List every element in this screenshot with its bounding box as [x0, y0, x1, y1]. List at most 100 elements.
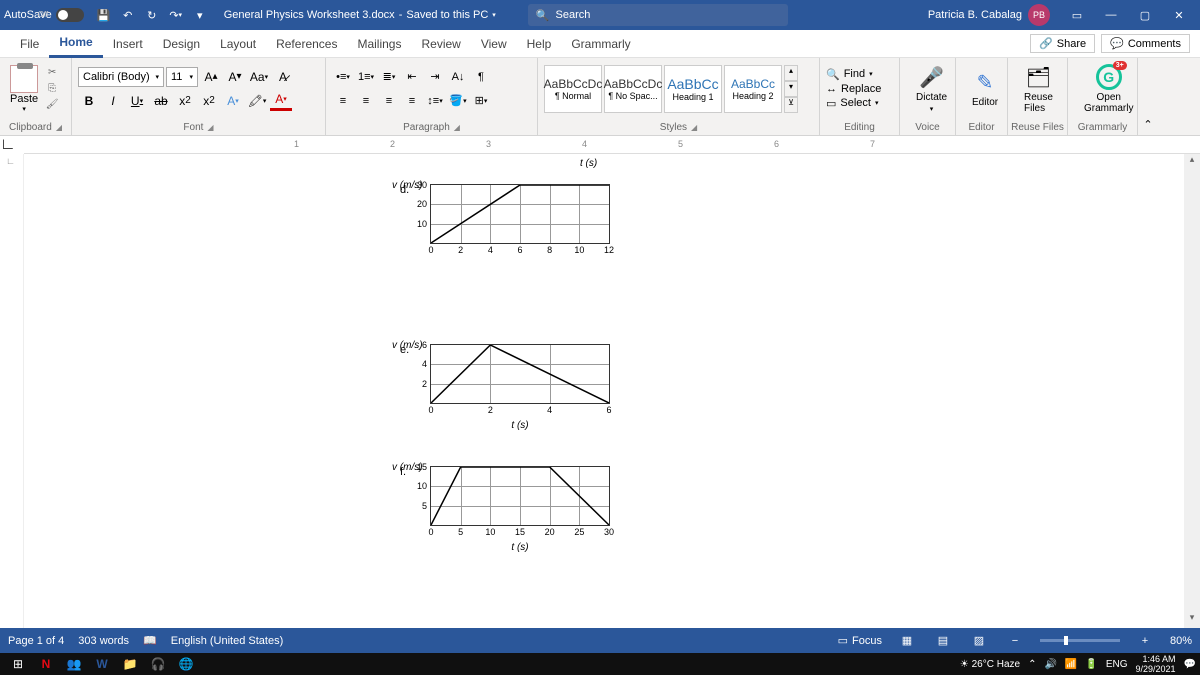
web-layout-icon[interactable]: ▨ [968, 632, 990, 650]
zoom-slider[interactable] [1040, 639, 1120, 642]
font-launcher-icon[interactable]: ◢ [207, 123, 213, 132]
notifications-icon[interactable]: 💬 [1184, 659, 1196, 670]
show-marks-icon[interactable]: ¶ [470, 67, 492, 87]
close-icon[interactable]: ✕ [1162, 0, 1196, 30]
align-center-icon[interactable]: ≡ [355, 91, 377, 111]
strikethrough-button[interactable]: ab [150, 91, 172, 111]
spell-check-icon[interactable]: 📖 [143, 634, 157, 647]
vertical-ruler[interactable]: ∟ [0, 154, 24, 628]
styles-launcher-icon[interactable]: ◢ [691, 123, 697, 132]
editor-button[interactable]: ✎Editor [962, 65, 1008, 112]
tab-selector-icon[interactable]: ∟ [0, 136, 16, 153]
ribbon-display-icon[interactable]: ▭ [1060, 0, 1094, 30]
shading-icon[interactable]: 🪣▾ [447, 91, 469, 111]
volume-icon[interactable]: 🔊 [1044, 659, 1056, 670]
zoom-out-icon[interactable]: − [1004, 632, 1026, 650]
save-icon[interactable]: 💾 [92, 3, 116, 27]
focus-mode-button[interactable]: ▭ Focus [838, 634, 882, 647]
italic-button[interactable]: I [102, 91, 124, 111]
tab-home[interactable]: Home [49, 30, 102, 58]
styles-more-icon[interactable]: ⊻ [784, 97, 798, 113]
scroll-down-icon[interactable]: ▾ [1184, 612, 1200, 628]
language-indicator[interactable]: ENG [1106, 659, 1128, 670]
search-box[interactable]: 🔍 Search [528, 4, 788, 26]
align-left-icon[interactable]: ≡ [332, 91, 354, 111]
subscript-button[interactable]: x2 [174, 91, 196, 111]
tab-help[interactable]: Help [517, 30, 562, 58]
minimize-icon[interactable]: — [1094, 0, 1128, 30]
line-spacing-icon[interactable]: ↕≡▾ [424, 91, 446, 111]
redo-icon[interactable]: ↷▾ [164, 3, 188, 27]
word-icon[interactable]: W [88, 653, 116, 675]
paragraph-launcher-icon[interactable]: ◢ [454, 123, 460, 132]
vertical-scrollbar[interactable]: ▴ ▾ [1184, 154, 1200, 628]
word-count[interactable]: 303 words [78, 635, 129, 647]
style-heading2[interactable]: AaBbCcHeading 2 [724, 65, 782, 113]
undo-icon[interactable]: ↶ [116, 3, 140, 27]
explorer-icon[interactable]: 📁 [116, 653, 144, 675]
borders-icon[interactable]: ⊞▾ [470, 91, 492, 111]
weather-widget[interactable]: ☀ 26°C Haze [960, 659, 1020, 670]
share-button[interactable]: 🔗 Share [1030, 34, 1095, 53]
tray-chevron-icon[interactable]: ⌃ [1028, 659, 1036, 670]
style-normal[interactable]: AaBbCcDc¶ Normal [544, 65, 602, 113]
find-button[interactable]: 🔍Find▾ [826, 68, 881, 81]
replace-button[interactable]: ↔Replace [826, 83, 881, 95]
toggle-switch[interactable]: Off [56, 8, 84, 22]
collapse-ribbon-icon[interactable]: ⌃ [1138, 58, 1158, 135]
dictate-button[interactable]: 🎤Dictate▾ [906, 60, 957, 117]
select-button[interactable]: ▭Select▾ [826, 97, 881, 110]
font-size-combo[interactable]: 11▾ [166, 67, 198, 87]
start-icon[interactable]: ⊞ [4, 653, 32, 675]
grow-font-icon[interactable]: A▴ [200, 67, 222, 87]
tab-layout[interactable]: Layout [210, 30, 266, 58]
netflix-icon[interactable]: N [32, 653, 60, 675]
horizontal-ruler[interactable]: ∟ 1234567 [0, 136, 1200, 154]
bullets-icon[interactable]: •≡▾ [332, 67, 354, 87]
copy-icon[interactable]: ⎘ [44, 82, 60, 96]
style-heading1[interactable]: AaBbCcHeading 1 [664, 65, 722, 113]
qat-customize-icon[interactable]: ▾ [188, 3, 212, 27]
underline-button[interactable]: U▾ [126, 91, 148, 111]
sort-icon[interactable]: A↓ [447, 67, 469, 87]
style-no-spacing[interactable]: AaBbCcDc¶ No Spac... [604, 65, 662, 113]
tab-review[interactable]: Review [411, 30, 470, 58]
battery-icon[interactable]: 🔋 [1085, 659, 1097, 670]
clear-formatting-icon[interactable]: A̷ [272, 67, 294, 87]
reuse-files-button[interactable]: 🗂Reuse Files [1014, 60, 1063, 118]
styles-down-icon[interactable]: ▾ [784, 81, 798, 97]
teams-icon[interactable]: 👥 [60, 653, 88, 675]
font-color-icon[interactable]: A▾ [270, 91, 292, 111]
highlight-icon[interactable]: 🖍▾ [246, 91, 268, 111]
tab-mailings[interactable]: Mailings [347, 30, 411, 58]
zoom-level[interactable]: 80% [1170, 635, 1192, 647]
page-number[interactable]: Page 1 of 4 [8, 635, 64, 647]
shrink-font-icon[interactable]: A▾ [224, 67, 246, 87]
bold-button[interactable]: B [78, 91, 100, 111]
language-status[interactable]: English (United States) [171, 635, 284, 647]
clock[interactable]: 1:46 AM 9/29/2021 [1136, 654, 1176, 674]
align-right-icon[interactable]: ≡ [378, 91, 400, 111]
clipboard-launcher-icon[interactable]: ◢ [56, 123, 62, 132]
justify-icon[interactable]: ≡ [401, 91, 423, 111]
paste-button[interactable]: Paste ▾ [6, 63, 42, 115]
read-mode-icon[interactable]: ▦ [896, 632, 918, 650]
superscript-button[interactable]: x2 [198, 91, 220, 111]
tab-references[interactable]: References [266, 30, 347, 58]
numbering-icon[interactable]: 1≡▾ [355, 67, 377, 87]
multilevel-icon[interactable]: ≣▾ [378, 67, 400, 87]
zoom-in-icon[interactable]: + [1134, 632, 1156, 650]
styles-gallery[interactable]: AaBbCcDc¶ Normal AaBbCcDc¶ No Spac... Aa… [544, 65, 798, 113]
text-effects-icon[interactable]: A▾ [222, 91, 244, 111]
tab-insert[interactable]: Insert [103, 30, 153, 58]
font-name-combo[interactable]: Calibri (Body)▾ [78, 67, 164, 87]
wifi-icon[interactable]: 📶 [1065, 659, 1077, 670]
edge-icon[interactable]: 🌐 [172, 653, 200, 675]
increase-indent-icon[interactable]: ⇥ [424, 67, 446, 87]
cut-icon[interactable]: ✂ [44, 66, 60, 80]
repeat-icon[interactable]: ↻ [140, 3, 164, 27]
change-case-icon[interactable]: Aa▾ [248, 67, 270, 87]
app-icon[interactable]: 🎧 [144, 653, 172, 675]
print-layout-icon[interactable]: ▤ [932, 632, 954, 650]
tab-file[interactable]: File [10, 30, 49, 58]
